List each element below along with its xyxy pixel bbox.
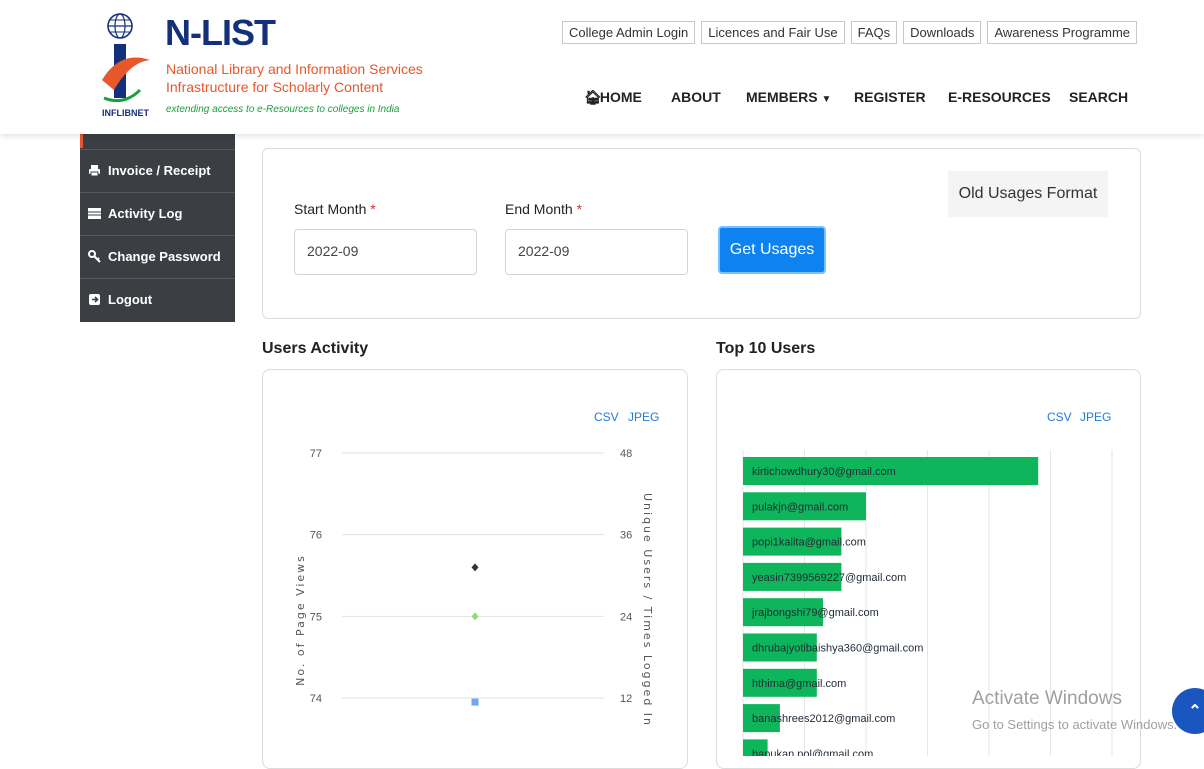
print-icon — [88, 164, 101, 177]
start-month-label-text: Start Month — [294, 201, 367, 217]
data-point — [471, 698, 479, 706]
y-tick-label: 77 — [310, 448, 322, 460]
logout-icon — [88, 293, 101, 306]
key-icon — [88, 250, 101, 263]
home-icon: 🏠︎ — [584, 89, 602, 105]
top-users-title: Top 10 Users — [716, 340, 816, 357]
required-mark: * — [370, 201, 376, 217]
bar-label: bapukan.pol@gmail.com — [752, 748, 873, 756]
y-tick-label: 75 — [310, 611, 322, 623]
y-tick-label: 74 — [310, 693, 322, 705]
bar-label: kirtichowdhury30@gmail.com — [752, 466, 896, 478]
nav-members-label: MEMBERS — [746, 89, 818, 105]
windows-activation-hint: Go to Settings to activate Windows. — [972, 717, 1178, 732]
bar-label: banashrees2012@gmail.com — [752, 713, 895, 725]
nav-eresources[interactable]: E-RESOURCES — [948, 89, 1051, 105]
users-activity-csv-link[interactable]: CSV — [594, 410, 619, 424]
site-header: INFLIBNET N-LIST National Library and In… — [0, 0, 1204, 134]
bar-label: jrajbongshi79@gmail.com — [751, 607, 879, 619]
top-users-csv-link[interactable]: CSV — [1047, 410, 1072, 424]
nav-home-label: HOME — [599, 89, 642, 105]
sidebar-item-label: Invoice / Receipt — [108, 163, 211, 178]
windows-activation-title: Activate Windows — [972, 688, 1122, 709]
users-activity-jpeg-link[interactable]: JPEG — [628, 410, 659, 424]
start-month-input[interactable]: 2022-09 — [294, 229, 477, 275]
end-month-label: End Month * — [505, 201, 582, 217]
sidebar-active-marker — [80, 134, 235, 148]
end-month-input[interactable]: 2022-09 — [505, 229, 688, 275]
nav-register[interactable]: REGISTER — [854, 89, 926, 105]
y-axis-label: No. of Page Views — [294, 554, 307, 686]
nav-search[interactable]: SEARCH — [1069, 89, 1128, 105]
licences-link[interactable]: Licences and Fair Use — [701, 21, 845, 44]
bar-label: popi1kalita@gmail.com — [752, 537, 866, 549]
sidebar: Invoice / Receipt Activity Log Change Pa… — [80, 134, 235, 322]
end-month-label-text: End Month — [505, 201, 573, 217]
y2-tick-label: 48 — [620, 448, 632, 460]
bar-label: yeasin7399569227@gmail.com — [752, 572, 906, 584]
y2-axis-label: Unique Users / Times Logged In — [641, 493, 654, 727]
data-point — [471, 563, 479, 572]
nav-members[interactable]: MEMBERS ▼ — [746, 89, 831, 105]
start-month-label: Start Month * — [294, 201, 376, 217]
y2-tick-label: 36 — [620, 530, 632, 542]
required-mark: * — [576, 201, 583, 217]
sidebar-item-logout[interactable]: Logout — [80, 278, 235, 320]
nav-home[interactable]: 🏠︎ HOME — [584, 89, 642, 106]
site-subtitle-2: Infrastructure for Scholarly Content — [166, 79, 384, 95]
downloads-link[interactable]: Downloads — [903, 21, 982, 44]
sidebar-item-label: Logout — [108, 292, 153, 307]
college-admin-login-link[interactable]: College Admin Login — [562, 21, 696, 44]
faqs-link[interactable]: FAQs — [850, 21, 898, 44]
users-activity-chart: 77 76 75 74 48 36 24 12 No. of Page Views Unique … — [294, 448, 654, 727]
bar-label: hthima@gmail.com — [752, 678, 846, 690]
sidebar-item-change-password[interactable]: Change Password — [80, 235, 235, 277]
bar-label: pulakjn@gmail.com — [752, 501, 848, 513]
sidebar-item-invoice[interactable]: Invoice / Receipt — [80, 149, 235, 191]
inflibnet-emblem-icon[interactable] — [100, 10, 156, 122]
nav-about[interactable]: ABOUT — [671, 89, 721, 105]
top-users-jpeg-link[interactable]: JPEG — [1080, 410, 1111, 424]
old-usages-format-button[interactable]: Old Usages Format — [948, 171, 1108, 217]
caret-down-icon: ▼ — [821, 94, 832, 105]
sidebar-item-activity-log[interactable]: Activity Log — [80, 192, 235, 234]
site-tagline: extending access to e-Resources to colle… — [166, 104, 400, 115]
list-icon — [88, 207, 101, 220]
bar-label: dhrubajyotibaishya360@gmail.com — [752, 643, 923, 655]
sidebar-item-label: Activity Log — [108, 206, 183, 221]
y2-tick-label: 12 — [620, 693, 632, 705]
data-point — [471, 612, 479, 621]
users-activity-title: Users Activity — [262, 340, 369, 357]
awareness-programme-link[interactable]: Awareness Programme — [987, 21, 1138, 44]
top-links: College Admin Login Licences and Fair Us… — [562, 21, 1138, 44]
emblem-label: INFLIBNET — [102, 108, 149, 118]
site-title[interactable]: N-LIST — [165, 12, 276, 54]
y-tick-label: 76 — [310, 530, 322, 542]
get-usages-button[interactable]: Get Usages — [718, 226, 826, 274]
double-chevron-up-icon: ⌃ — [1188, 703, 1202, 720]
sidebar-item-label: Change Password — [108, 249, 221, 264]
site-subtitle-1: National Library and Information Service… — [166, 61, 423, 77]
y2-tick-label: 24 — [620, 611, 632, 623]
